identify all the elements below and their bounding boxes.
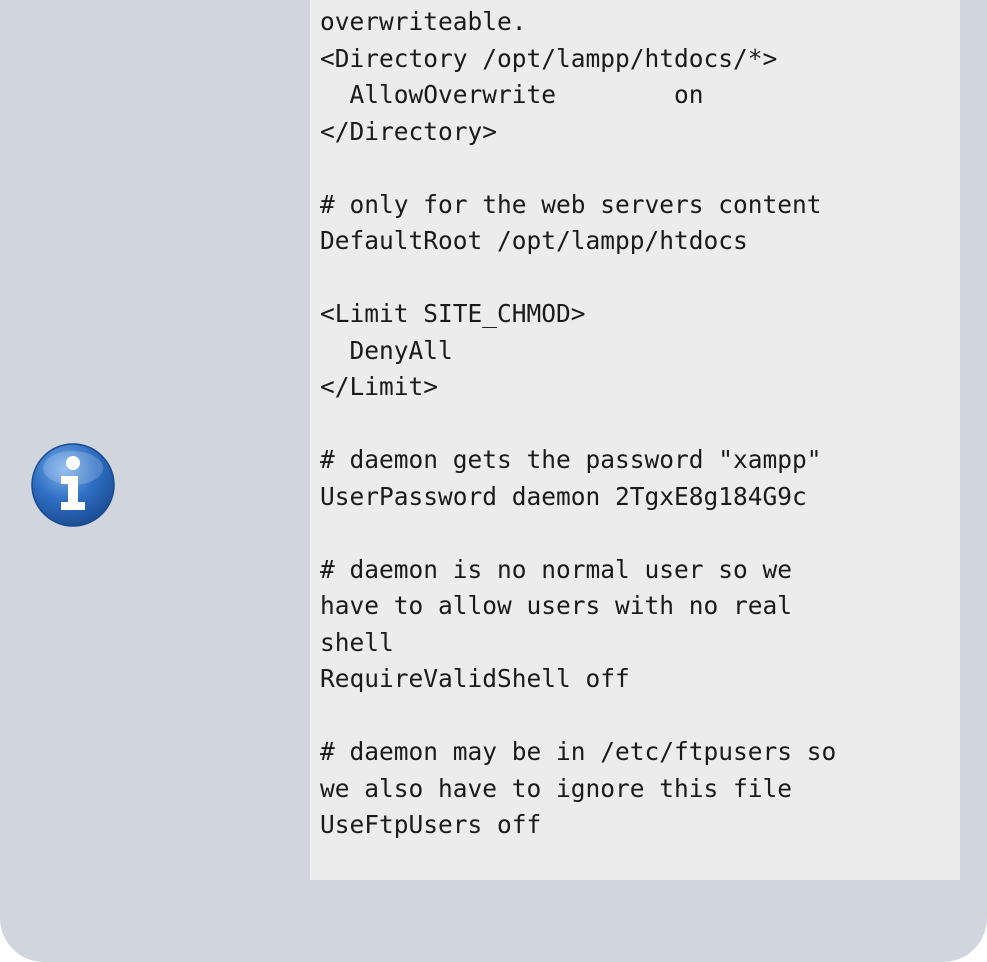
code-block: overwriteable. <Directory /opt/lampp/htd… bbox=[310, 0, 960, 880]
info-note-box: overwriteable. <Directory /opt/lampp/htd… bbox=[0, 0, 987, 962]
info-icon bbox=[31, 443, 115, 527]
config-code: overwriteable. <Directory /opt/lampp/htd… bbox=[320, 7, 837, 839]
